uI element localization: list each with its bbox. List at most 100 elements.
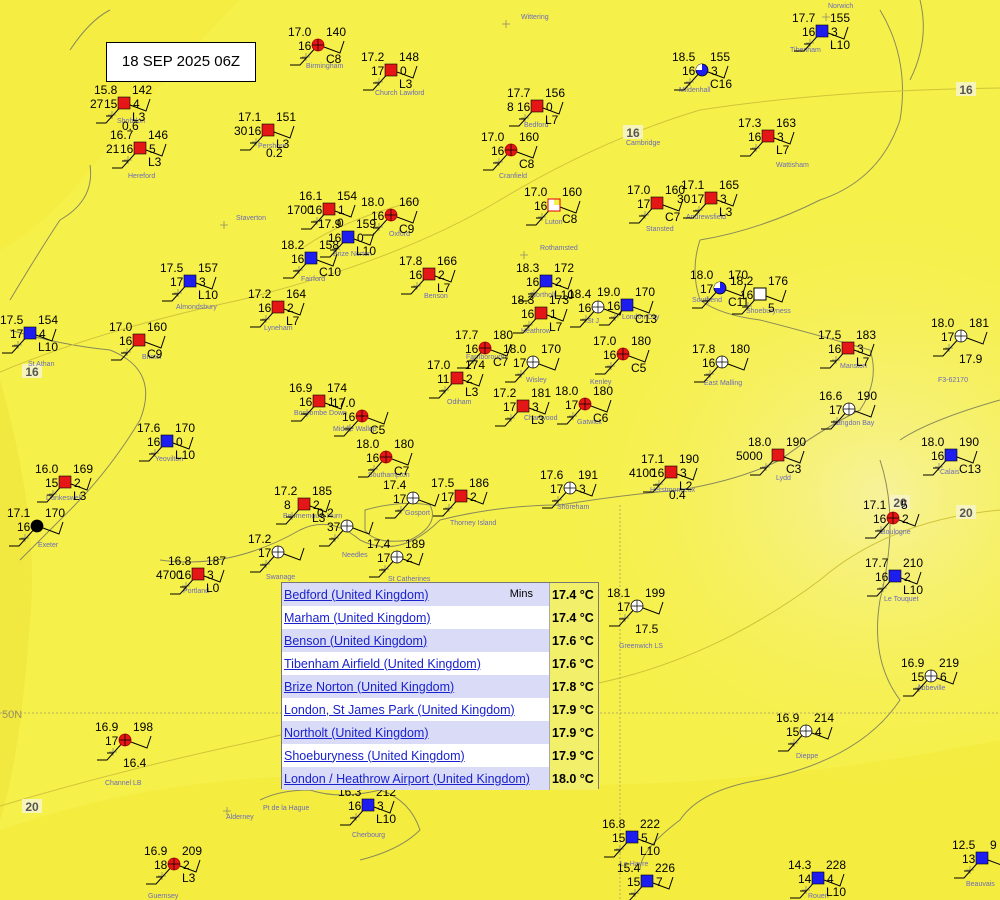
svg-text:20: 20 [959, 506, 973, 520]
svg-text:18.0: 18.0 [555, 384, 579, 398]
station-link[interactable]: London, St James Park (United Kingdom) [284, 703, 515, 717]
svg-text:16: 16 [526, 275, 540, 289]
svg-text:190: 190 [679, 452, 699, 466]
station-square [620, 298, 634, 312]
svg-text:16: 16 [298, 39, 312, 53]
station-link[interactable]: London / Heathrow Airport (United Kingdo… [284, 772, 530, 786]
place-label: Needles [342, 552, 368, 559]
min-temperature-value: 17.6 °C [549, 629, 598, 652]
svg-text:158: 158 [319, 238, 339, 252]
svg-text:164: 164 [286, 287, 306, 301]
svg-text:209: 209 [182, 844, 202, 858]
station-square [58, 475, 72, 489]
svg-text:155: 155 [710, 50, 730, 64]
svg-text:C13: C13 [959, 462, 981, 476]
svg-text:16.0: 16.0 [35, 462, 59, 476]
svg-text:17.1: 17.1 [7, 506, 31, 520]
svg-text:3: 3 [720, 192, 727, 206]
svg-text:16.7: 16.7 [110, 128, 134, 142]
place-label: Greenwich LS [619, 643, 663, 650]
svg-text:4100: 4100 [629, 466, 656, 480]
svg-text:173: 173 [549, 293, 569, 307]
station-link[interactable]: Brize Norton (United Kingdom) [284, 680, 454, 694]
svg-text:16: 16 [748, 130, 762, 144]
svg-text:183: 183 [856, 328, 876, 342]
svg-text:L0: L0 [206, 581, 220, 595]
svg-text:2: 2 [904, 570, 911, 584]
station-square [539, 274, 553, 288]
svg-text:0.4: 0.4 [669, 488, 686, 502]
min-temperature-value: 17.4 °C [549, 606, 598, 629]
station-link[interactable]: Bedford (United Kingdom) [284, 588, 429, 602]
svg-text:181: 181 [531, 386, 551, 400]
place-label: Swanage [266, 574, 295, 581]
table-row: Tibenham Airfield (United Kingdom) 17.6 °… [282, 652, 598, 675]
station-link[interactable]: Tibenham Airfield (United Kingdom) [284, 657, 481, 671]
station-square [361, 798, 375, 812]
place-label: Exeter [38, 542, 59, 549]
station-link[interactable]: Shoeburyness (United Kingdom) [284, 749, 465, 763]
svg-text:5: 5 [641, 831, 648, 845]
station-link[interactable]: Marham (United Kingdom) [284, 611, 431, 625]
place-label: Beauvais [966, 881, 995, 888]
isotherm-label: 20 [956, 505, 976, 520]
station-name-cell: London, St James Park (United Kingdom) [282, 698, 550, 721]
svg-text:166: 166 [437, 254, 457, 268]
svg-text:16: 16 [517, 100, 531, 114]
svg-text:174: 174 [465, 358, 485, 372]
svg-text:151: 151 [276, 110, 296, 124]
station-link[interactable]: Benson (United Kingdom) [284, 634, 427, 648]
place-label: Cranfield [499, 173, 527, 180]
svg-text:18.0: 18.0 [748, 435, 772, 449]
station-name-cell: Brize Norton (United Kingdom) [282, 675, 550, 698]
svg-text:5000: 5000 [736, 449, 763, 463]
latitude-label: 50N [2, 709, 22, 721]
svg-text:C8: C8 [326, 52, 342, 66]
svg-text:17: 17 [105, 734, 119, 748]
svg-text:17.5: 17.5 [0, 313, 24, 327]
svg-text:20: 20 [25, 800, 39, 814]
station-name-cell: Shoeburyness (United Kingdom) [282, 744, 550, 767]
svg-text:16: 16 [120, 142, 134, 156]
svg-text:2: 2 [466, 372, 473, 386]
isotherm-label: 16 [956, 82, 976, 97]
svg-text:18.5: 18.5 [672, 50, 696, 64]
isotherm-label: 20 [22, 799, 42, 814]
svg-text:C7: C7 [394, 464, 410, 478]
svg-text:16.9: 16.9 [776, 711, 800, 725]
svg-text:17.0: 17.0 [427, 358, 451, 372]
svg-text:17.9: 17.9 [959, 352, 983, 366]
svg-text:C5: C5 [370, 423, 386, 437]
station-square [450, 371, 464, 385]
station-square [811, 871, 825, 885]
svg-text:17: 17 [829, 403, 843, 417]
svg-text:16: 16 [603, 348, 617, 362]
min-temperature-value: 17.9 °C [549, 698, 598, 721]
station-square [704, 191, 718, 205]
svg-text:16: 16 [465, 342, 479, 356]
svg-text:18.1: 18.1 [607, 586, 631, 600]
svg-text:C16: C16 [710, 77, 732, 91]
station-square [975, 851, 989, 865]
svg-text:180: 180 [593, 384, 613, 398]
place-label: F3-62170 [938, 377, 968, 384]
svg-text:17.5: 17.5 [635, 622, 659, 636]
svg-text:L10: L10 [376, 812, 396, 826]
station-square [753, 287, 767, 301]
svg-text:16: 16 [366, 451, 380, 465]
station-square [761, 129, 775, 143]
svg-text:2: 2 [470, 490, 477, 504]
svg-text:C7: C7 [665, 210, 681, 224]
table-row: Shoeburyness (United Kingdom) 17.9 °C [282, 744, 598, 767]
svg-text:17: 17 [170, 275, 184, 289]
svg-text:8: 8 [507, 100, 514, 114]
svg-text:159: 159 [356, 217, 376, 231]
svg-text:18.2: 18.2 [730, 274, 754, 288]
station-link[interactable]: Northolt (United Kingdom) [284, 726, 429, 740]
station-name-cell: Tibenham Airfield (United Kingdom) [282, 652, 550, 675]
svg-text:37: 37 [327, 520, 341, 534]
station-name-cell: Northolt (United Kingdom) [282, 721, 550, 744]
place-label: Wattisham [776, 162, 809, 169]
svg-text:190: 190 [786, 435, 806, 449]
svg-text:3: 3 [711, 64, 718, 78]
